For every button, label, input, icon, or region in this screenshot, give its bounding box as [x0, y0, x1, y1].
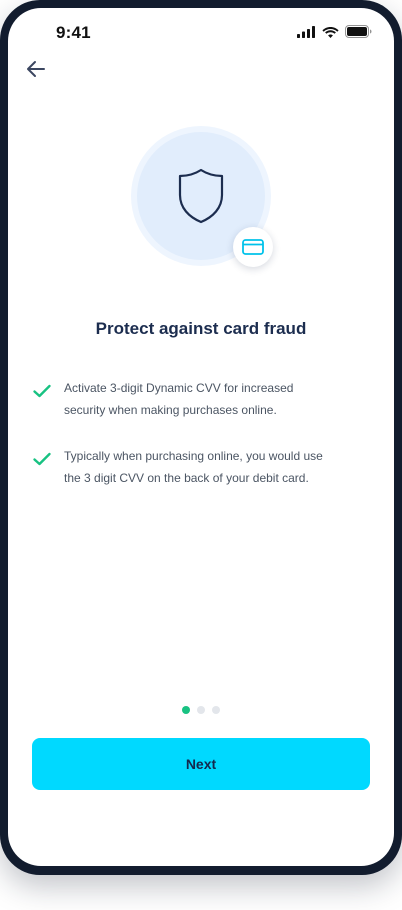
feature-item: Activate 3-digit Dynamic CVV for increas… [32, 377, 332, 421]
check-icon [33, 384, 51, 398]
wifi-icon [322, 26, 339, 38]
stage: 9:41 Protect against card fraud Activate… [0, 0, 402, 910]
signal-icon [297, 25, 316, 38]
arrow-left-icon [27, 61, 45, 77]
pagination-dots [8, 706, 394, 714]
check-icon [33, 452, 51, 466]
card-badge [233, 227, 273, 267]
pagination-dot[interactable] [197, 706, 205, 714]
credit-card-icon [242, 239, 264, 255]
phone-frame: 9:41 Protect against card fraud Activate… [0, 0, 402, 875]
screen: 9:41 Protect against card fraud Activate… [8, 8, 394, 866]
back-button[interactable] [22, 56, 50, 82]
status-time: 9:41 [56, 23, 91, 42]
battery-icon [345, 25, 372, 38]
feature-item: Typically when purchasing online, you wo… [32, 445, 332, 489]
status-icons [297, 25, 372, 38]
page-title: Protect against card fraud [95, 319, 307, 338]
next-button[interactable]: Next [32, 738, 370, 790]
shield-icon [178, 168, 224, 224]
pagination-dot-active[interactable] [182, 706, 190, 714]
feature-text: Typically when purchasing online, you wo… [64, 449, 323, 485]
feature-text: Activate 3-digit Dynamic CVV for increas… [64, 381, 294, 417]
pagination-dot[interactable] [212, 706, 220, 714]
